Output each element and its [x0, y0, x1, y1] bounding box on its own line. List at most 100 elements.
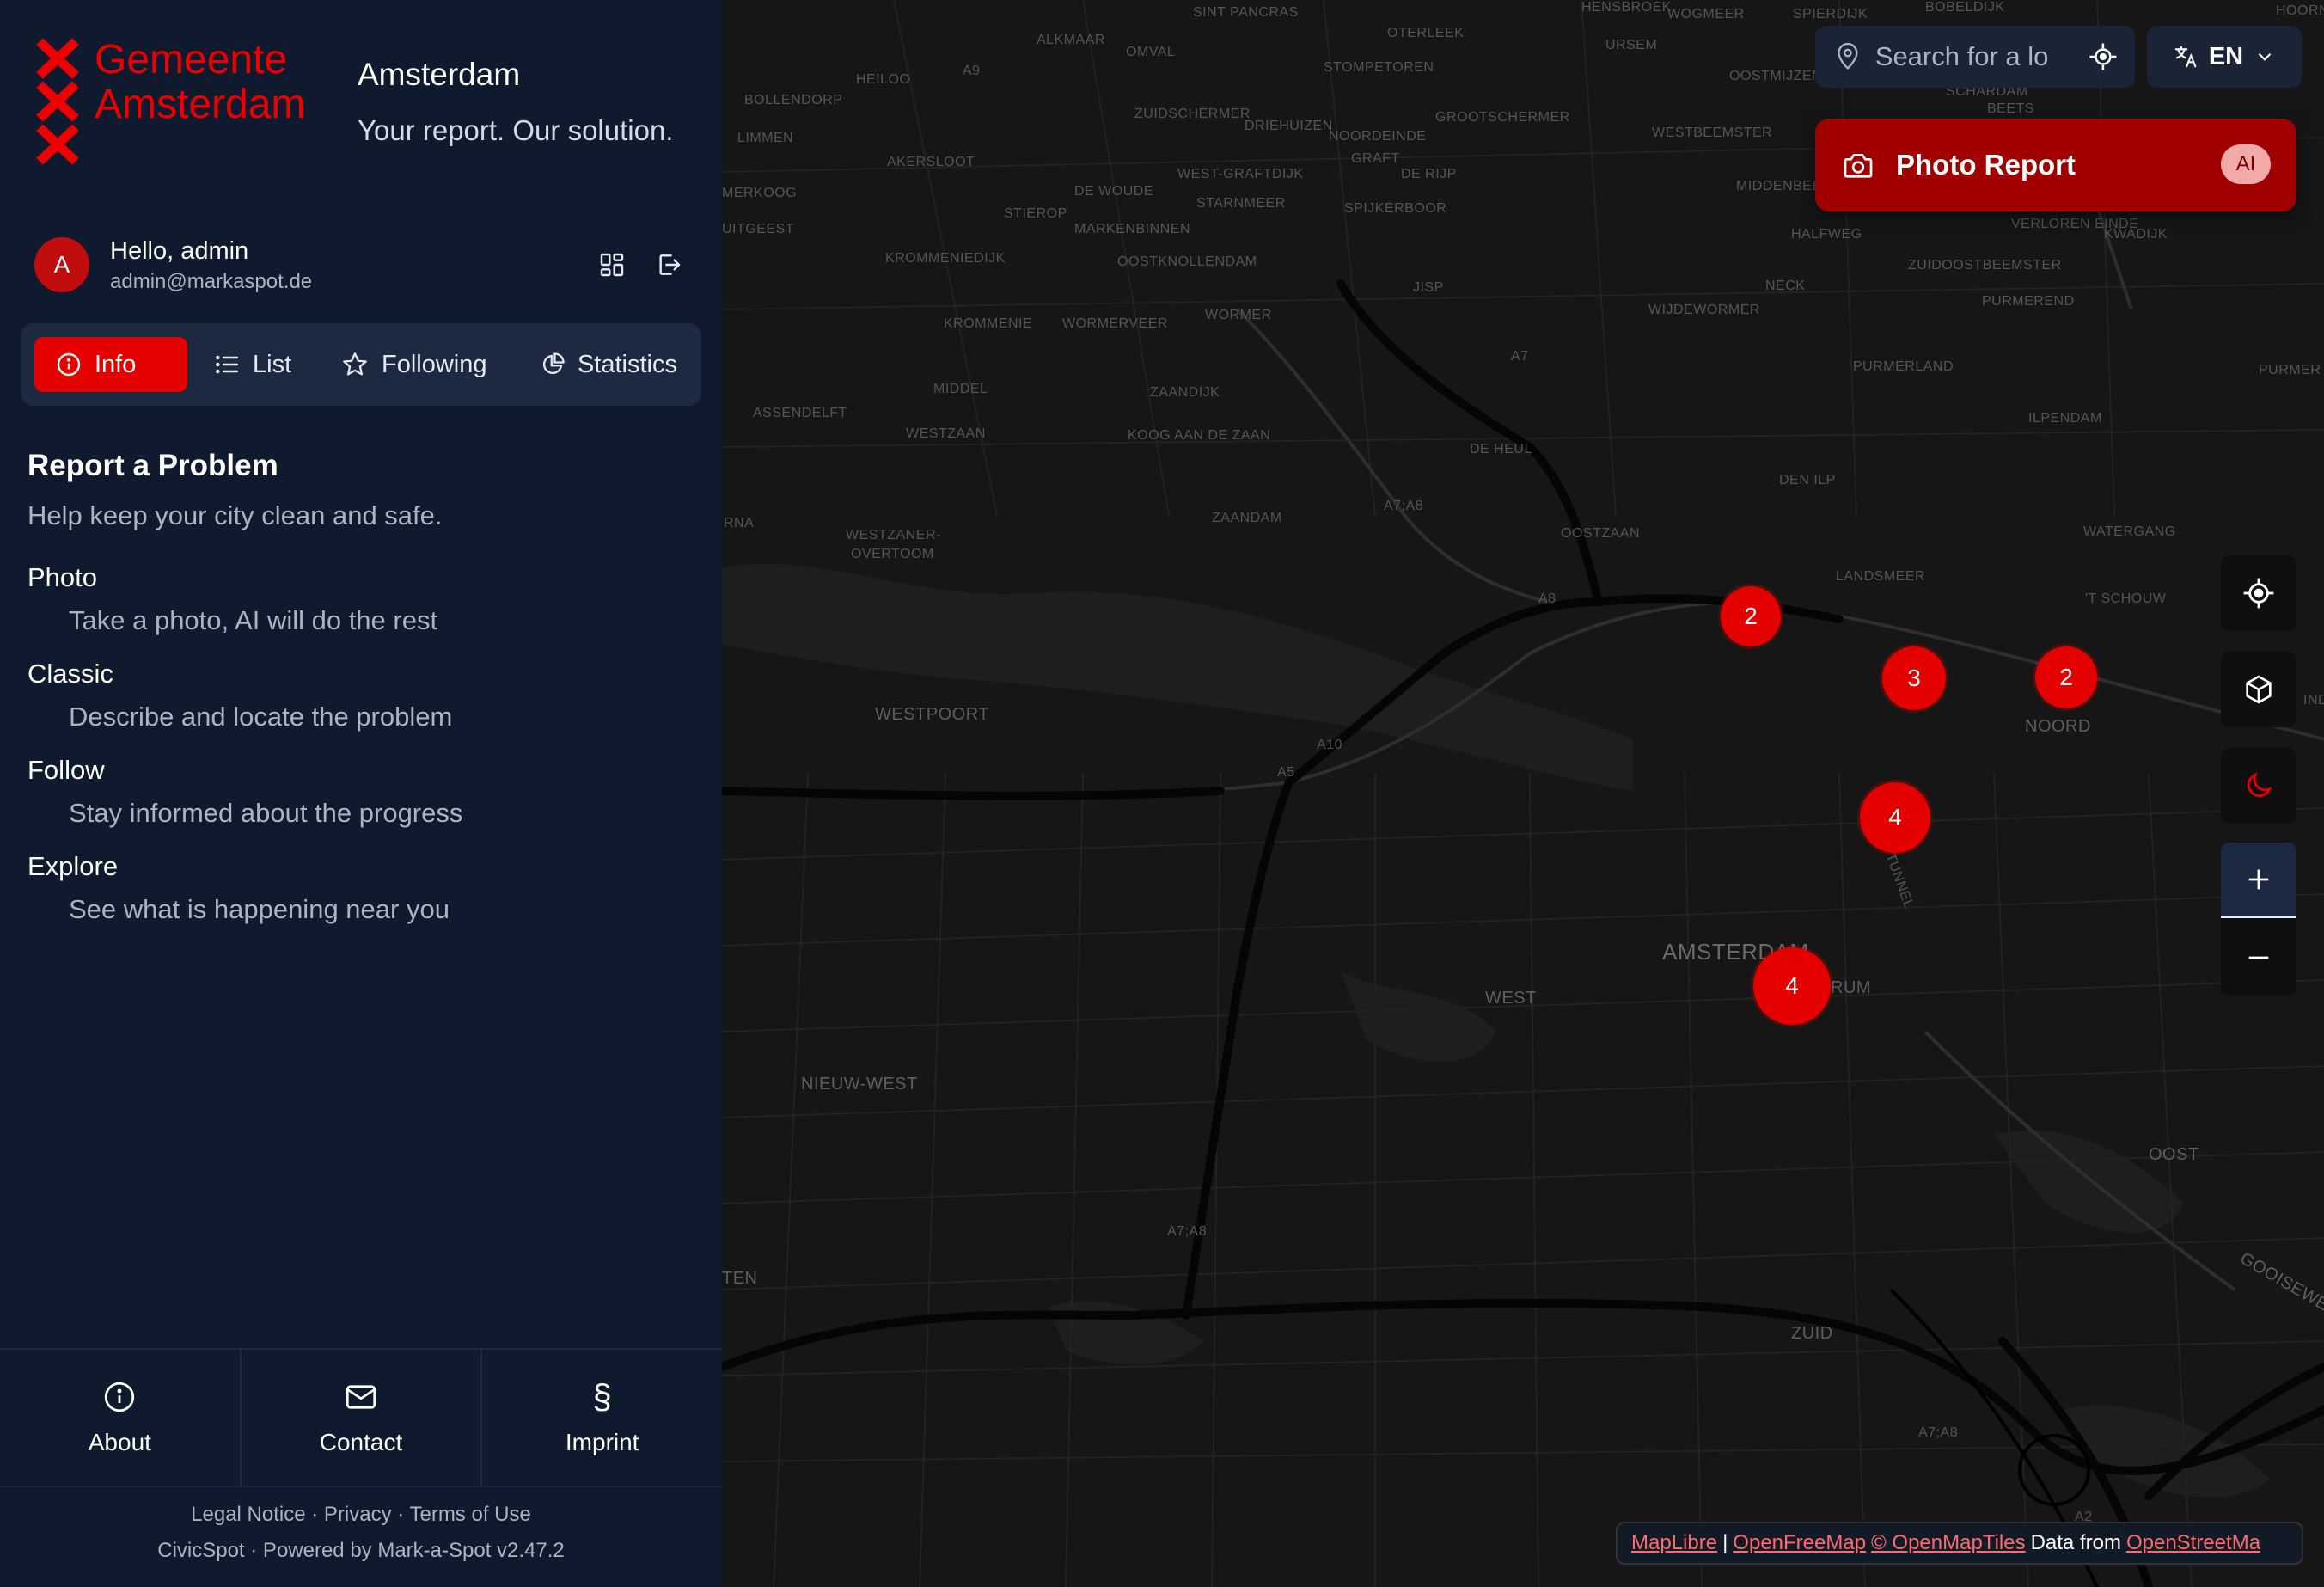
map-label: PURMEREND: [1982, 294, 2075, 309]
contact-button[interactable]: Contact: [242, 1350, 483, 1486]
about-button[interactable]: About: [0, 1350, 242, 1486]
feature-desc: Take a photo, AI will do the rest: [69, 605, 438, 635]
brand-name: Gemeente Amsterdam: [95, 38, 305, 127]
user-email: admin@markaspot.de: [110, 270, 313, 293]
report-subtitle: Help keep your city clean and safe.: [28, 500, 443, 530]
feature-desc: Describe and locate the problem: [69, 702, 453, 732]
avatar[interactable]: A: [34, 237, 89, 292]
city-title: Amsterdam: [358, 57, 521, 92]
logout-button[interactable]: [650, 246, 688, 284]
map-label: A7: [1511, 349, 1529, 364]
location-search[interactable]: Search for a lo: [1815, 26, 2135, 88]
brand-line-2: Amsterdam: [95, 82, 306, 127]
report-cluster[interactable]: 2: [1721, 586, 1781, 646]
minus-icon: [2248, 956, 2269, 959]
openstreetmap-link[interactable]: OpenStreetMa: [2126, 1531, 2260, 1555]
map-label: OMVAL: [1126, 45, 1176, 59]
map-label: NOORDEINDE: [1329, 129, 1427, 144]
map-label: KROMMENIE: [944, 316, 1033, 331]
map-label: URSEM: [1605, 38, 1658, 52]
feature-title: Follow: [28, 755, 105, 785]
zoom-in-button[interactable]: [2221, 843, 2296, 918]
language-label: EN: [2208, 42, 2244, 70]
language-selector[interactable]: EN: [2147, 26, 2302, 88]
report-cluster[interactable]: 2: [2035, 646, 2097, 708]
feature-follow: Follow Stay informed about the progress: [28, 755, 698, 829]
photo-report-button[interactable]: Photo Report AI: [1815, 119, 2296, 211]
map-label: A10: [1317, 738, 1342, 752]
map-label: NIEUW-WEST: [801, 1075, 918, 1094]
tab-list[interactable]: List: [193, 337, 321, 392]
info-icon: [57, 352, 81, 377]
map-label: ZUID: [1791, 1324, 1833, 1343]
dark-mode-toggle[interactable]: [2221, 748, 2296, 824]
report-cluster[interactable]: 3: [1882, 646, 1946, 710]
report-cluster[interactable]: 4: [1860, 782, 1930, 853]
map-label: MERKOOG: [722, 186, 798, 200]
section-icon: §: [592, 1378, 612, 1416]
zoom-out-button[interactable]: [2221, 920, 2296, 996]
camera-icon: [1844, 154, 1873, 178]
dashboard-button[interactable]: [593, 246, 631, 284]
map-pin-icon: [1838, 42, 1858, 70]
user-profile: A Hello, admin admin@markaspot.de: [34, 236, 696, 296]
map-label: A5: [1277, 765, 1295, 780]
zoom-controls: [2221, 843, 2296, 996]
map-label: KWADIJK: [2104, 227, 2168, 242]
tab-statistics[interactable]: Statistics: [519, 337, 698, 392]
map-label: MIDDEL: [933, 382, 988, 396]
map-label: AKERSLOOT: [887, 155, 975, 169]
search-input[interactable]: Search for a lo: [1875, 41, 2076, 72]
feature-title: Explore: [28, 851, 119, 881]
chevron-down-icon: [2258, 52, 2272, 61]
map-label: DE WOUDE: [1074, 184, 1153, 199]
contact-label: Contact: [319, 1429, 403, 1455]
map-label: KOOG AAN DE ZAAN: [1128, 428, 1271, 443]
map-label: JISP: [1413, 280, 1444, 295]
map-basemap: [722, 0, 2324, 1587]
bottom-nav: About Contact § Imprint: [0, 1348, 722, 1487]
footer-links[interactable]: Legal Notice · Privacy · Terms of Use: [0, 1503, 722, 1527]
map-label: DE HEUL: [1470, 442, 1532, 456]
moon-icon: [2247, 772, 2272, 798]
map-label: OOSTZAAN: [1561, 526, 1641, 541]
map-label: GRAFT: [1351, 151, 1400, 166]
map-label: ZAANDIJK: [1150, 385, 1220, 400]
map-label: A8: [1538, 591, 1556, 606]
ai-badge: AI: [2221, 144, 2271, 184]
imprint-label: Imprint: [565, 1429, 639, 1455]
map-label: OOST: [2149, 1145, 2199, 1164]
map-label: WIJDEWORMER: [1648, 303, 1760, 317]
map-label: ZAANDAM: [1212, 511, 1282, 525]
info-icon: [105, 1382, 135, 1412]
maplibre-link[interactable]: MapLibre: [1631, 1531, 1717, 1555]
geolocate-button[interactable]: [2221, 555, 2296, 631]
map-label: NOORD: [2025, 717, 2091, 736]
map-view[interactable]: SINT PANCRAS OTERLEEK HENSBROEK WOGMEER …: [722, 0, 2324, 1587]
tab-info[interactable]: Info: [34, 337, 187, 392]
tab-info-label: Info: [95, 350, 137, 378]
brand-line-1: Gemeente: [95, 37, 288, 83]
locate-icon[interactable]: [2089, 42, 2118, 71]
brand-logo[interactable]: Gemeente Amsterdam: [36, 38, 328, 167]
map-label: LIMMEN: [737, 131, 794, 145]
map-label: KROMMENIEDIJK: [885, 251, 1006, 266]
map-label: WORMERVEER: [1062, 316, 1168, 331]
feature-title: Classic: [28, 659, 113, 689]
map-label: DEN ILP: [1779, 473, 1836, 487]
map-label: A7;A8: [1167, 1224, 1208, 1239]
tab-statistics-label: Statistics: [577, 350, 677, 378]
report-cluster[interactable]: 4: [1753, 947, 1831, 1025]
imprint-button[interactable]: § Imprint: [482, 1350, 722, 1486]
data-from-label: Data from: [2030, 1531, 2121, 1554]
map-label: UITGEEST: [722, 222, 795, 236]
map-label: RUM: [1831, 978, 1872, 997]
tab-following[interactable]: Following: [320, 337, 533, 392]
openfreemap-link[interactable]: OpenFreeMap: [1733, 1531, 1866, 1555]
openmaptiles-link[interactable]: © OpenMapTiles: [1871, 1531, 2026, 1555]
map-label: HEILOO: [856, 72, 911, 87]
3d-view-button[interactable]: [2221, 652, 2296, 727]
map-label: STIEROP: [1004, 206, 1067, 221]
map-label: OTERLEEK: [1387, 26, 1465, 40]
footer-powered: CivicSpot · Powered by Mark-a-Spot v2.47…: [157, 1539, 565, 1562]
